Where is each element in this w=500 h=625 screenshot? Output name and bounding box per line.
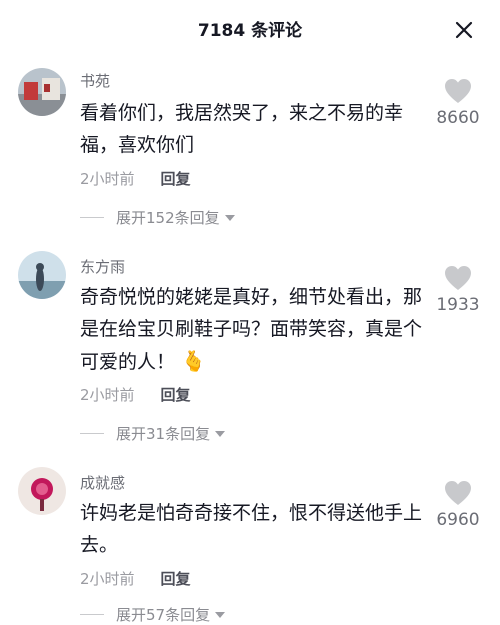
comment-count-title: 7184 条评论 [197,21,303,41]
chevron-down-icon [224,214,235,221]
divider-line [80,217,104,218]
avatar[interactable] [18,68,66,116]
divider-line [80,614,104,615]
expand-replies-button[interactable]: 展开57条回复 [80,604,226,625]
chevron-down-icon [215,430,226,437]
close-icon[interactable] [454,20,474,40]
comment-meta: 2小时前 回复 [80,384,191,405]
like-button[interactable]: 8660 [428,78,488,128]
avatar[interactable] [18,251,66,299]
comment-meta: 2小时前 回复 [80,568,191,589]
comment-username[interactable]: 书苑 [80,70,110,91]
reply-button[interactable]: 回复 [161,568,191,589]
comment-text-body: 奇奇悦悦的姥姥是真好，细节处看出，那是在给宝贝刷鞋子吗？面带笑容，真是个可爱的人… [80,286,423,373]
comment-username[interactable]: 成就感 [80,472,125,493]
comment-text: 奇奇悦悦的姥姥是真好，细节处看出，那是在给宝贝刷鞋子吗？面带笑容，真是个可爱的人… [80,281,425,378]
avatar[interactable] [18,467,66,515]
expand-replies-button[interactable]: 展开152条回复 [80,207,235,228]
divider-line [80,433,104,434]
reply-button[interactable]: 回复 [161,384,191,405]
expand-replies-label: 展开31条回复 [116,425,211,443]
heart-icon [445,481,471,505]
like-button[interactable]: 1933 [428,265,488,315]
expand-replies-label: 展开57条回复 [116,606,211,624]
like-button[interactable]: 6960 [428,480,488,530]
comment-time: 2小时前 [80,386,135,404]
heart-icon [445,79,471,103]
like-count: 6960 [436,510,480,530]
comments-header: 7184 条评论 [0,0,500,58]
expand-replies-label: 展开152条回复 [116,209,220,227]
comment-time: 2小时前 [80,570,135,588]
reply-button[interactable]: 回复 [161,168,191,189]
comment-username[interactable]: 东方雨 [80,256,125,277]
comment-meta: 2小时前 回复 [80,168,191,189]
heart-icon [445,266,471,290]
finger-heart-emoji: 🫰 [181,349,206,373]
like-count: 8660 [436,108,480,128]
chevron-down-icon [215,611,226,618]
like-count: 1933 [436,295,480,315]
comment-text: 许妈老是怕奇奇接不住，恨不得送他手上去。 [80,502,423,556]
comment-time: 2小时前 [80,170,135,188]
expand-replies-button[interactable]: 展开31条回复 [80,423,226,444]
comment-text: 看着你们，我居然哭了，来之不易的幸福，喜欢你们 [80,102,404,156]
